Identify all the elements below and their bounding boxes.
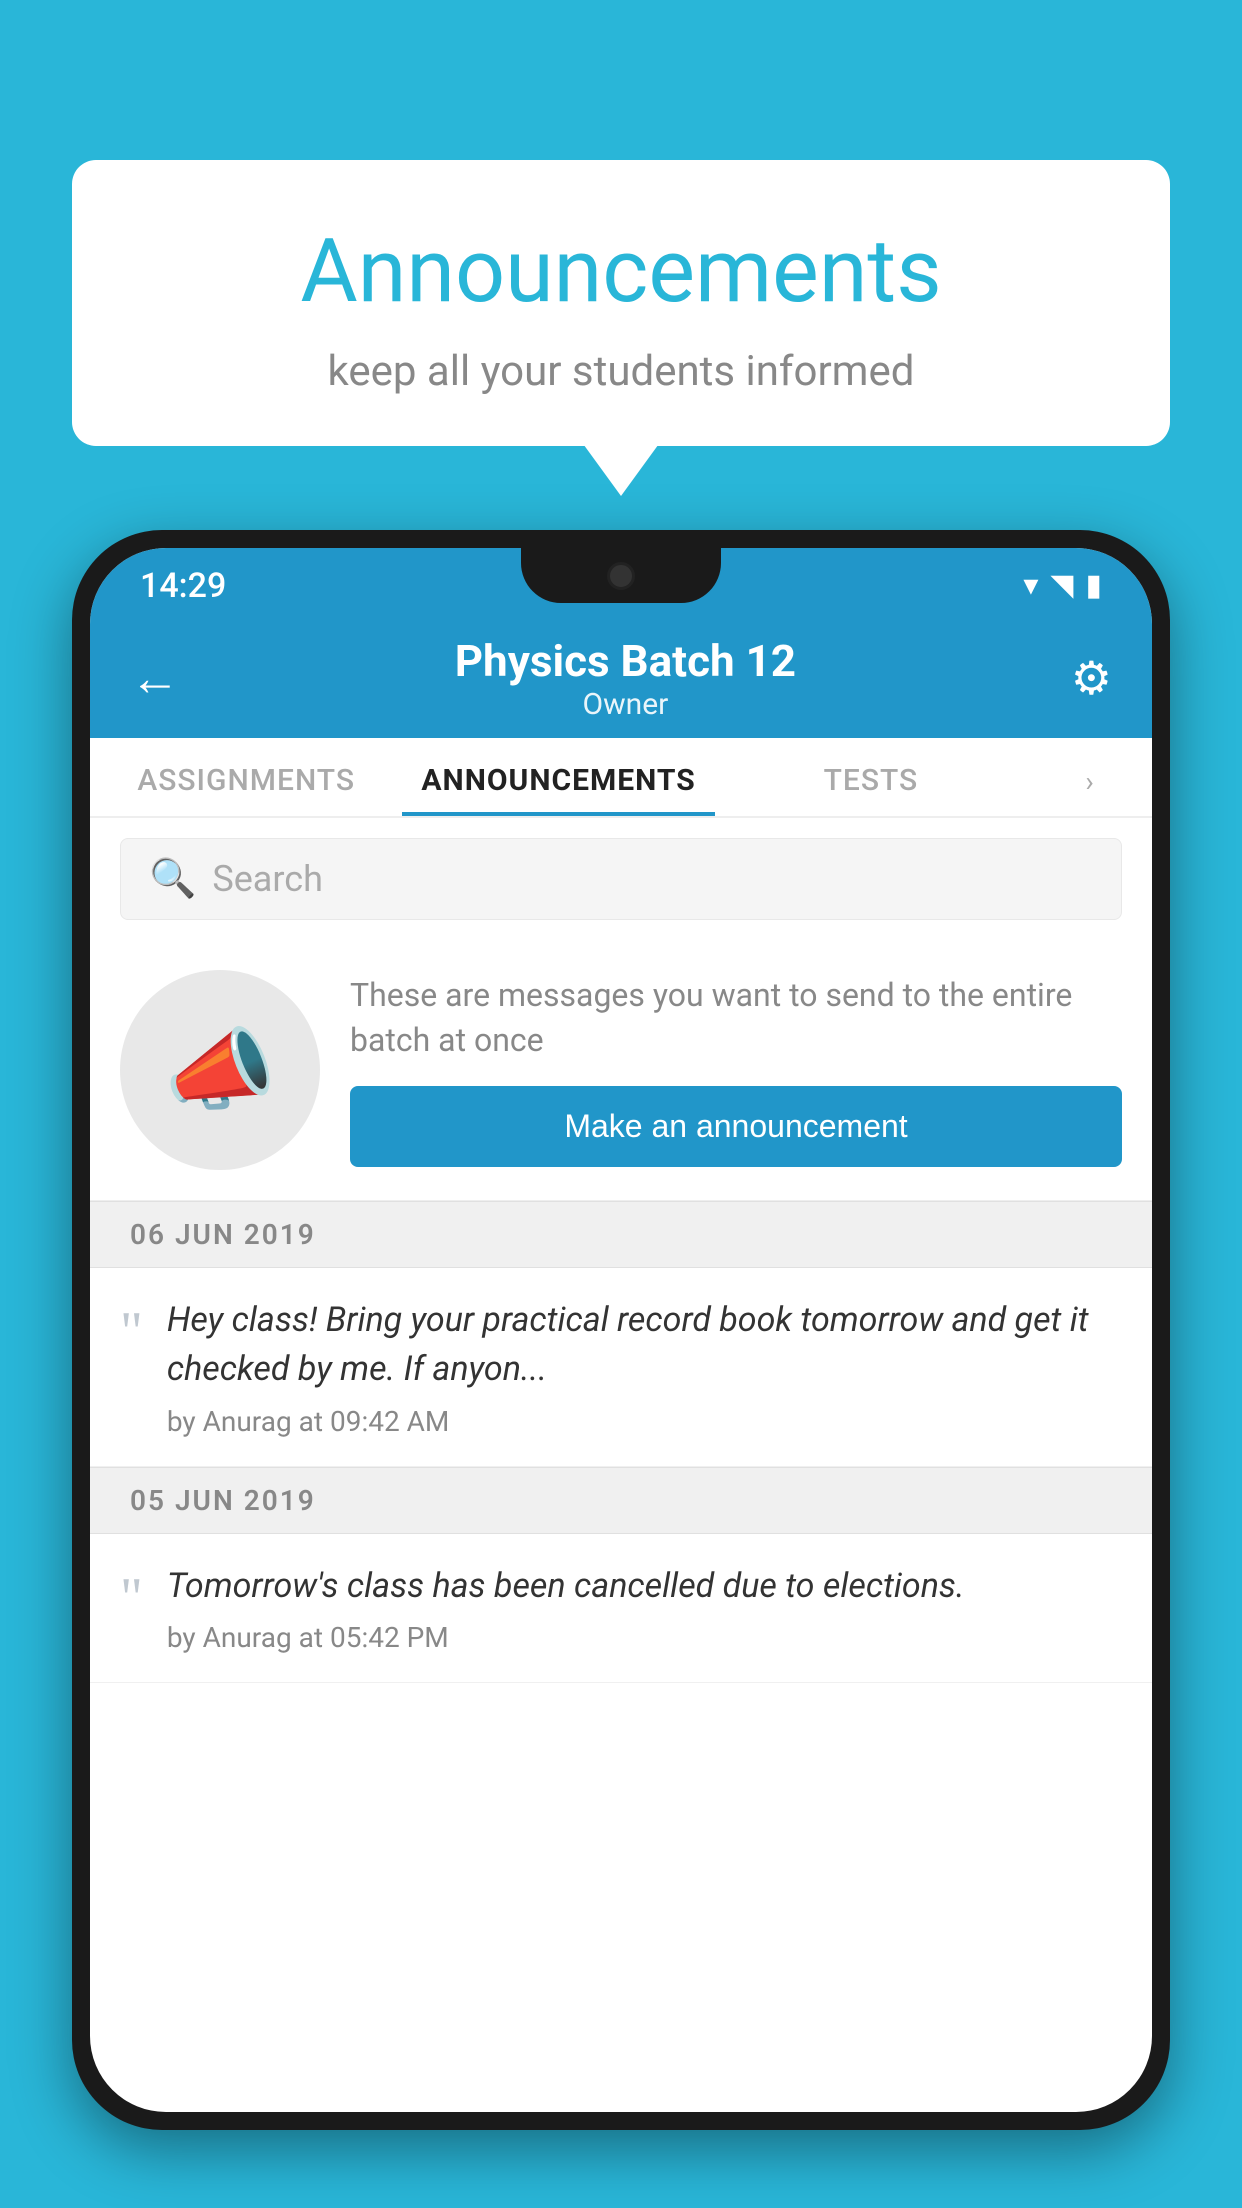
phone-frame: 14:29 ▾ ◥ ▮ ← Physics Batch 12 Owner ⚙: [72, 530, 1170, 2208]
speech-bubble: Announcements keep all your students inf…: [72, 160, 1170, 446]
announcement-content-2: Tomorrow's class has been cancelled due …: [167, 1562, 1122, 1654]
speech-bubble-title: Announcements: [112, 220, 1130, 323]
announcement-content-1: Hey class! Bring your practical record b…: [167, 1296, 1122, 1438]
announcement-meta-2: by Anurag at 05:42 PM: [167, 1621, 1122, 1654]
announcement-meta-1: by Anurag at 09:42 AM: [167, 1405, 1122, 1438]
tab-bar: ASSIGNMENTS ANNOUNCEMENTS TESTS ›: [90, 738, 1152, 818]
announcement-message-2: Tomorrow's class has been cancelled due …: [167, 1562, 1122, 1611]
status-icons: ▾ ◥ ▮: [1023, 568, 1102, 603]
tab-assignments[interactable]: ASSIGNMENTS: [90, 763, 402, 816]
top-bar: ← Physics Batch 12 Owner ⚙: [90, 618, 1152, 738]
batch-title: Physics Batch 12: [180, 635, 1071, 687]
tab-announcements[interactable]: ANNOUNCEMENTS: [402, 763, 714, 816]
quote-icon-2: ": [120, 1570, 143, 1626]
settings-icon[interactable]: ⚙: [1071, 651, 1112, 706]
back-button[interactable]: ←: [130, 649, 180, 708]
phone-notch: [521, 548, 721, 603]
search-input[interactable]: Search: [212, 858, 323, 900]
phone-outer: 14:29 ▾ ◥ ▮ ← Physics Batch 12 Owner ⚙: [72, 530, 1170, 2130]
speech-bubble-subtitle: keep all your students informed: [112, 347, 1130, 396]
announcement-item-2[interactable]: " Tomorrow's class has been cancelled du…: [90, 1534, 1152, 1683]
promo-description: These are messages you want to send to t…: [350, 973, 1122, 1063]
page-title-area: Physics Batch 12 Owner: [180, 635, 1071, 722]
tab-more[interactable]: ›: [1027, 765, 1152, 816]
quote-icon-1: ": [120, 1304, 143, 1360]
search-icon: 🔍: [149, 857, 196, 901]
date-divider-1: 06 JUN 2019: [90, 1201, 1152, 1268]
search-bar[interactable]: 🔍 Search: [120, 838, 1122, 920]
status-time: 14:29: [140, 566, 226, 606]
tab-tests[interactable]: TESTS: [715, 763, 1027, 816]
speech-bubble-container: Announcements keep all your students inf…: [72, 160, 1170, 446]
megaphone-icon: 📣: [164, 1018, 276, 1123]
signal-icon: ◥: [1050, 568, 1073, 603]
announcement-promo: 📣 These are messages you want to send to…: [90, 940, 1152, 1201]
phone-screen: 14:29 ▾ ◥ ▮ ← Physics Batch 12 Owner ⚙: [90, 548, 1152, 2112]
announcement-message-1: Hey class! Bring your practical record b…: [167, 1296, 1122, 1395]
front-camera: [607, 562, 635, 590]
promo-right: These are messages you want to send to t…: [350, 973, 1122, 1168]
battery-icon: ▮: [1085, 568, 1102, 603]
promo-icon-circle: 📣: [120, 970, 320, 1170]
announcement-item-1[interactable]: " Hey class! Bring your practical record…: [90, 1268, 1152, 1467]
batch-role: Owner: [180, 687, 1071, 722]
make-announcement-button[interactable]: Make an announcement: [350, 1086, 1122, 1167]
date-divider-2: 05 JUN 2019: [90, 1467, 1152, 1534]
wifi-icon: ▾: [1023, 568, 1038, 603]
search-container: 🔍 Search: [90, 818, 1152, 940]
